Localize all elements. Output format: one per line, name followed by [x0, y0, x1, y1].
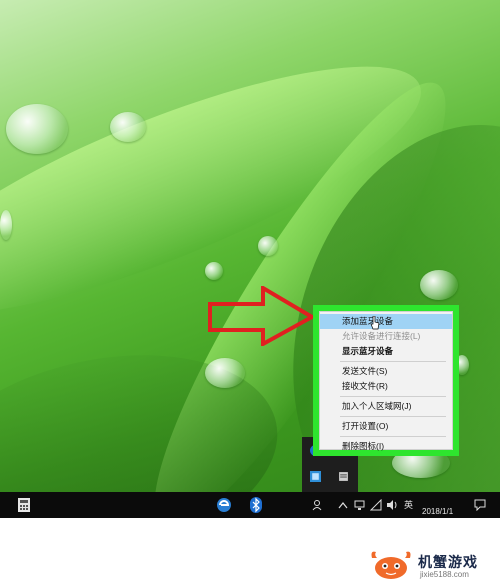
water-drop	[205, 262, 223, 280]
menu-item-join-pan[interactable]: 加入个人区域网(J)	[320, 399, 452, 414]
calculator-icon[interactable]	[18, 498, 30, 512]
context-menu-highlight-frame: 添加蓝牙设备 允许设备进行连接(L) 显示蓝牙设备 发送文件(S) 接收文件(R…	[313, 305, 459, 456]
water-drop	[0, 210, 12, 240]
notification-icon[interactable]	[474, 499, 486, 511]
watermark-brand: 机蟹游戏	[418, 554, 478, 570]
menu-item-send-file[interactable]: 发送文件(S)	[320, 364, 452, 379]
menu-item-add-bluetooth-device[interactable]: 添加蓝牙设备	[320, 314, 452, 329]
people-icon[interactable]	[312, 499, 324, 511]
edge-icon[interactable]	[216, 497, 232, 513]
watermark-url: jixie5188.com	[420, 570, 469, 579]
water-drop	[6, 104, 68, 154]
bluetooth-context-menu: 添加蓝牙设备 允许设备进行连接(L) 显示蓝牙设备 发送文件(S) 接收文件(R…	[319, 311, 453, 451]
menu-separator	[340, 361, 446, 362]
water-drop	[420, 270, 458, 300]
taskbar: 英 2018/1/1	[0, 492, 500, 518]
red-arrow-icon	[208, 286, 317, 346]
ime-indicator[interactable]: 英	[404, 492, 413, 518]
menu-item-receive-file[interactable]: 接收文件(R)	[320, 379, 452, 394]
menu-item-allow-connection[interactable]: 允许设备进行连接(L)	[320, 329, 452, 344]
volume-icon[interactable]	[386, 499, 398, 511]
app-tray-icon[interactable]	[338, 471, 349, 482]
water-drop	[110, 112, 146, 142]
menu-separator	[340, 416, 446, 417]
app-tray-icon[interactable]	[310, 471, 321, 482]
chevron-up-icon[interactable]	[338, 501, 348, 509]
bluetooth-icon[interactable]	[250, 497, 262, 513]
wifi-icon[interactable]	[370, 499, 382, 511]
menu-item-show-bluetooth-devices[interactable]: 显示蓝牙设备	[320, 344, 452, 359]
network-icon[interactable]	[354, 499, 366, 511]
mouse-pointer-icon	[370, 316, 380, 330]
water-drop	[258, 236, 278, 256]
menu-item-remove-icon[interactable]: 删除图标(I)	[320, 439, 452, 454]
crab-logo-icon	[371, 551, 411, 579]
water-drop	[205, 358, 245, 388]
menu-separator	[340, 436, 446, 437]
desktop-wallpaper: 添加蓝牙设备 允许设备进行连接(L) 显示蓝牙设备 发送文件(S) 接收文件(R…	[0, 0, 500, 518]
menu-separator	[340, 396, 446, 397]
menu-item-open-settings[interactable]: 打开设置(O)	[320, 419, 452, 434]
